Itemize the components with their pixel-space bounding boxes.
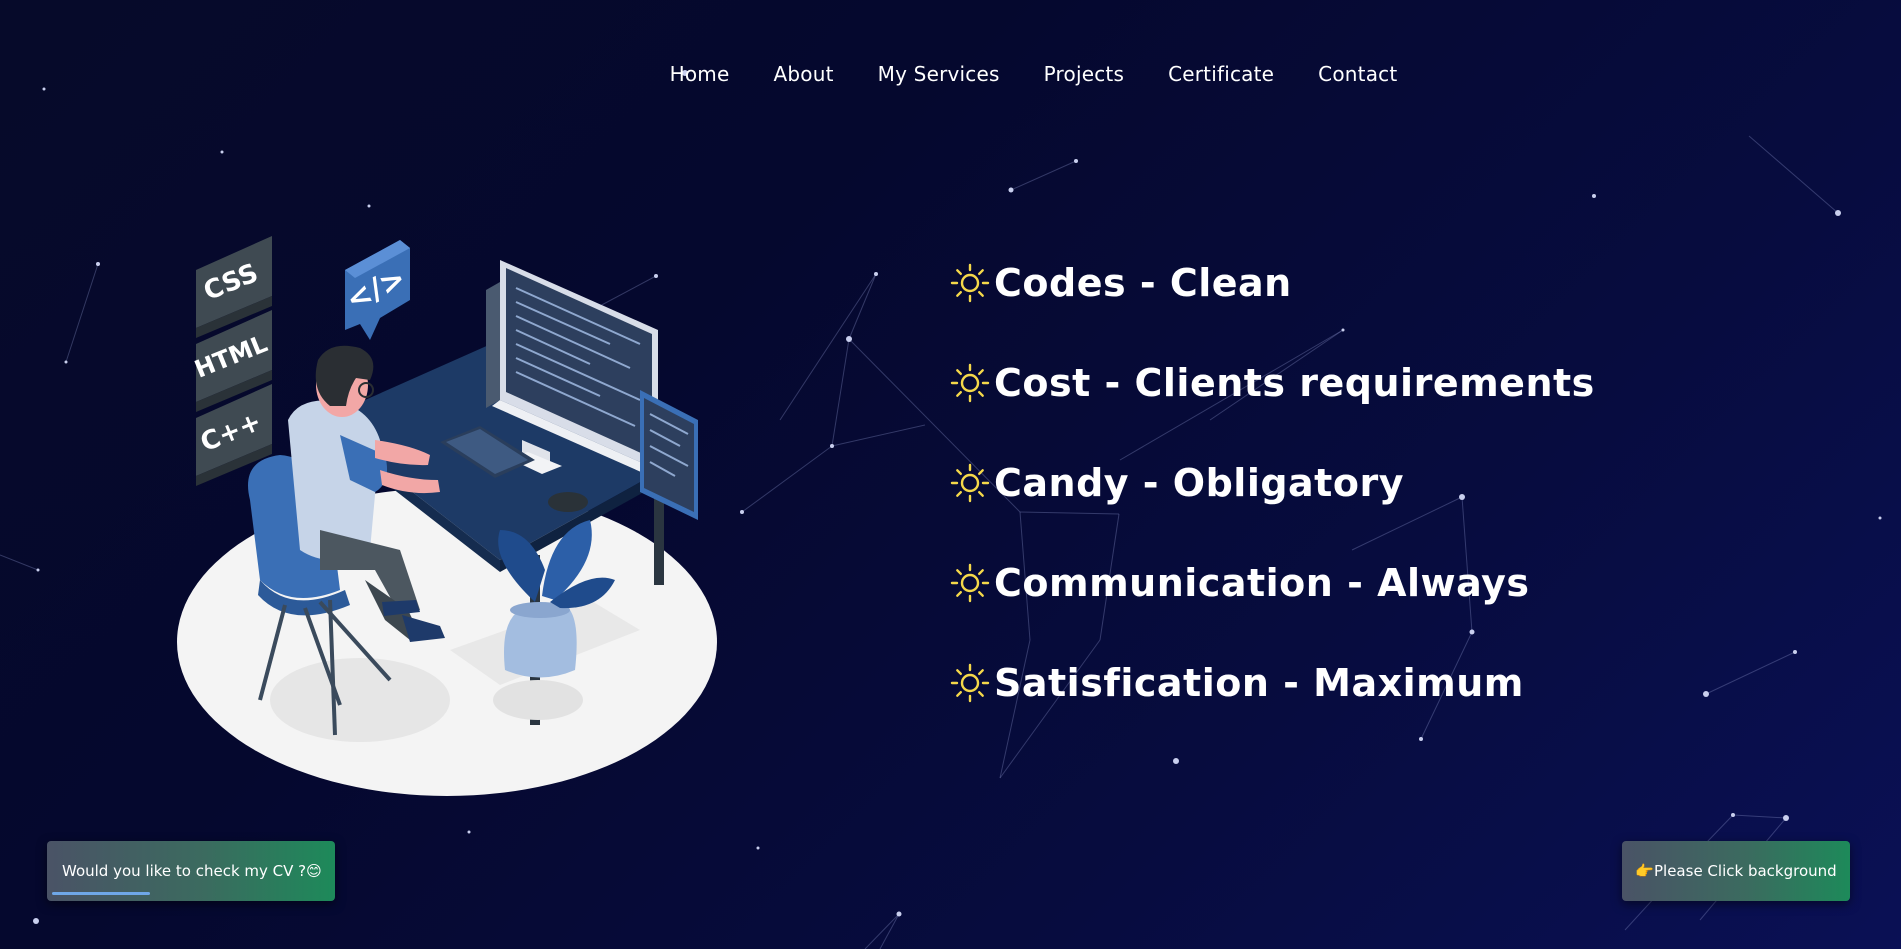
nav-link-contact[interactable]: Contact: [1318, 62, 1397, 86]
feature-item: Communication - Always: [950, 561, 1595, 605]
toast-progress-bar: [52, 892, 150, 895]
cv-toast[interactable]: Would you like to check my CV ?😊: [47, 841, 335, 901]
sun-icon: [950, 263, 990, 303]
main-nav: Home About My Services Projects Certific…: [0, 62, 1901, 86]
feature-label: Communication - Always: [994, 561, 1530, 605]
nav-link-about[interactable]: About: [773, 62, 833, 86]
feature-item: Satisfication - Maximum: [950, 661, 1595, 705]
feature-label: Codes - Clean: [994, 261, 1292, 305]
feature-label: Candy - Obligatory: [994, 461, 1404, 505]
sun-icon: [950, 363, 990, 403]
background-hint-toast[interactable]: 👉Please Click background: [1622, 841, 1850, 901]
feature-list: Codes - Clean Cost - Clients requirement…: [950, 261, 1595, 762]
sun-icon: [950, 663, 990, 703]
background-hint-text: 👉Please Click background: [1635, 862, 1837, 880]
feature-item: Codes - Clean: [950, 261, 1595, 305]
sun-icon: [950, 563, 990, 603]
sun-icon: [950, 463, 990, 503]
code-bubble-icon: </>: [341, 240, 411, 340]
feature-label: Cost - Clients requirements: [994, 361, 1595, 405]
feature-label: Satisfication - Maximum: [994, 661, 1524, 705]
feature-item: Cost - Clients requirements: [950, 361, 1595, 405]
feature-item: Candy - Obligatory: [950, 461, 1595, 505]
nav-link-projects[interactable]: Projects: [1044, 62, 1124, 86]
cv-toast-text: Would you like to check my CV ?😊: [62, 862, 322, 880]
nav-link-my-services[interactable]: My Services: [878, 62, 1000, 86]
developer-illustration: CSS HTML C++ </>: [177, 236, 717, 796]
nav-link-home[interactable]: Home: [670, 62, 730, 86]
nav-link-certificate[interactable]: Certificate: [1168, 62, 1274, 86]
